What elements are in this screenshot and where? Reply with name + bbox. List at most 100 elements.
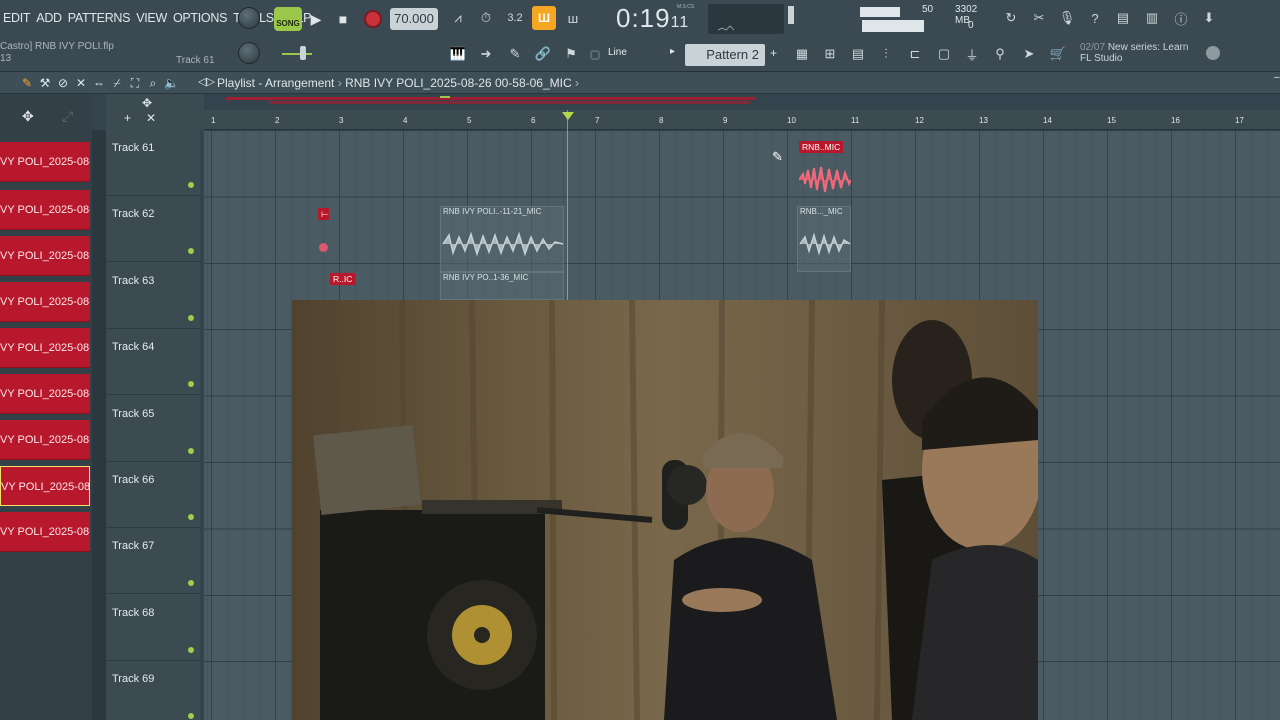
link-icon[interactable]: 🔗	[531, 43, 555, 65]
clip-source-item[interactable]: VY POLI_2025-08-2...	[0, 374, 90, 414]
cart-icon[interactable]: 🛒	[1046, 43, 1070, 65]
clip-panel-scrollbar[interactable]	[92, 130, 106, 720]
song-overview[interactable]	[210, 95, 770, 109]
pattern-prev-icon[interactable]: ▸	[670, 46, 675, 57]
clip-source-item[interactable]: VY POLI_2025-08-2...	[0, 328, 90, 368]
menu-add[interactable]: ADD	[33, 6, 65, 30]
link-icon-small[interactable]: ⤢	[62, 108, 73, 125]
audio-waveform-red[interactable]	[799, 164, 851, 196]
track-led-icon[interactable]	[188, 447, 194, 454]
pitch-knob[interactable]	[238, 42, 260, 64]
audio-clip-label[interactable]: R..IC	[330, 273, 356, 285]
track-led-icon[interactable]	[188, 713, 194, 720]
zoom-icon[interactable]: ⌕	[146, 76, 160, 91]
countdown-icon[interactable]: 3.2	[503, 7, 527, 29]
audio-clip-label[interactable]: RNB..MIC	[799, 141, 844, 153]
audio-clip-small[interactable]: ⊢	[318, 208, 329, 220]
add-track-icon[interactable]: +	[124, 111, 131, 125]
cut-icon[interactable]: ✂	[1027, 7, 1051, 29]
step-sequencer-icon[interactable]: ⊞	[818, 43, 842, 65]
move-arrows-icon[interactable]: ✥	[142, 96, 152, 110]
playhead-marker-icon[interactable]	[562, 112, 574, 120]
microphone-icon[interactable]: 🎙	[1055, 7, 1079, 29]
track-led-icon[interactable]	[188, 381, 194, 388]
magnet-icon[interactable]	[590, 50, 600, 60]
piano-roll-icon[interactable]: 🎹	[446, 43, 470, 65]
help-icon[interactable]: ?	[1083, 7, 1107, 29]
download-icon[interactable]: ⬇	[1197, 7, 1221, 29]
track-header[interactable]: Track 65	[106, 396, 200, 462]
track-led-icon[interactable]	[188, 248, 194, 255]
slice-icon[interactable]: ⌿	[110, 76, 124, 91]
record-button[interactable]	[364, 10, 382, 28]
audio-clip[interactable]: RNB..._MIC	[797, 206, 851, 272]
metronome-icon[interactable]: ⩘	[446, 7, 470, 29]
track-header[interactable]: Track 66	[106, 462, 200, 528]
undo-icon[interactable]: ↻	[999, 7, 1023, 29]
audio-clip[interactable]: RNB IVY POLI..-11-21_MIC	[440, 206, 564, 272]
timeline-ruler[interactable]: 1 2 3 4 5 6 7 8 9 10 11 12 13 14 15 16 1…	[204, 110, 1280, 130]
mute-icon[interactable]: ✕	[74, 76, 88, 90]
paint-icon[interactable]: ⚒	[38, 76, 52, 90]
track-header[interactable]: Track 64	[106, 329, 200, 396]
volume-slider[interactable]	[282, 53, 312, 55]
track-header[interactable]: Track 68	[106, 595, 200, 661]
stamp-icon[interactable]: ⚑	[559, 43, 583, 65]
save-icon[interactable]: ▤	[1111, 7, 1135, 29]
audio-clip-blip[interactable]	[319, 243, 328, 252]
volume-slider-handle[interactable]	[300, 46, 306, 60]
pencil-tool-icon[interactable]: ✎	[503, 43, 527, 65]
add-pattern-icon[interactable]: +	[770, 46, 777, 60]
mixer-icon[interactable]: ⫶	[874, 43, 898, 65]
move-icon[interactable]: ✥	[22, 108, 34, 125]
track-header[interactable]: Track 67	[106, 528, 200, 595]
track-led-icon[interactable]	[188, 646, 194, 653]
song-mode-button[interactable]: SONG	[274, 7, 302, 31]
browser-icon[interactable]: ▢	[932, 43, 956, 65]
clip-source-item[interactable]: VY POLI_2025-08-2...	[0, 142, 90, 182]
typing-keyboard-icon[interactable]: Ш	[532, 6, 556, 30]
track-led-icon[interactable]	[188, 580, 194, 587]
routing-icon[interactable]: ⊏	[903, 43, 927, 65]
info-icon[interactable]: ⓘ	[1169, 7, 1193, 29]
clip-source-item[interactable]: VY POLI_2025-08-2...	[0, 420, 90, 460]
audio-clip[interactable]: RNB IVY PO..1-36_MIC	[440, 272, 564, 300]
playlist-icon[interactable]: ▦	[790, 43, 814, 65]
clip-source-item-selected[interactable]: VY POLI_2025-08-2...	[0, 466, 90, 506]
stop-icon[interactable]: ■	[331, 7, 355, 31]
slip-icon[interactable]: ⇔	[92, 76, 106, 90]
track-header[interactable]: Track 63	[106, 263, 200, 329]
tools-icon[interactable]: ➤	[1017, 43, 1041, 65]
tempo-field[interactable]: 70.000	[390, 8, 438, 30]
menu-patterns[interactable]: PATTERNS	[65, 6, 133, 30]
clip-source-item[interactable]: VY POLI_2025-08-2...	[0, 236, 90, 276]
play-icon[interactable]: ▶	[304, 7, 328, 31]
globe-icon[interactable]	[1206, 46, 1220, 60]
touch-controller-icon[interactable]: ⚲	[988, 43, 1012, 65]
track-led-icon[interactable]	[188, 514, 194, 520]
master-pitch-slider[interactable]	[788, 6, 794, 24]
speaker-icon[interactable]: 🔈	[164, 76, 179, 90]
channel-rack-icon[interactable]: ▤	[846, 43, 870, 65]
track-led-icon[interactable]	[188, 182, 194, 188]
close-icon[interactable]: ✕	[146, 111, 156, 125]
plugin-icon[interactable]: ▥	[1140, 7, 1164, 29]
playlist-menu-icon[interactable]: ◁▷	[198, 75, 215, 88]
pencil-icon[interactable]: ✎	[20, 76, 34, 90]
clip-source-item[interactable]: VY POLI_2025-08-2...	[0, 190, 90, 230]
loop-record-icon[interactable]: ш	[561, 7, 585, 29]
menu-options[interactable]: OPTIONS	[170, 6, 230, 30]
news-hint[interactable]: 02/07 New series: Learn FL Studio	[1080, 42, 1188, 64]
delete-icon[interactable]: ⊘	[56, 76, 70, 90]
track-header[interactable]: Track 61	[106, 130, 200, 196]
plugin-picker-icon[interactable]: ⏚	[960, 43, 984, 65]
clip-source-item[interactable]: VY POLI_2025-08-2...	[0, 512, 90, 552]
master-volume-knob[interactable]	[238, 7, 260, 29]
snap-select[interactable]: Line	[604, 44, 660, 62]
clip-source-item[interactable]: VY POLI_2025-08-2...	[0, 282, 90, 322]
arrow-right-icon[interactable]: ➜	[474, 43, 498, 65]
track-led-icon[interactable]	[188, 314, 194, 321]
select-icon[interactable]: ⛶	[128, 76, 142, 91]
pattern-select[interactable]: Pattern 2	[685, 44, 765, 66]
menu-edit[interactable]: EDIT	[0, 6, 33, 30]
